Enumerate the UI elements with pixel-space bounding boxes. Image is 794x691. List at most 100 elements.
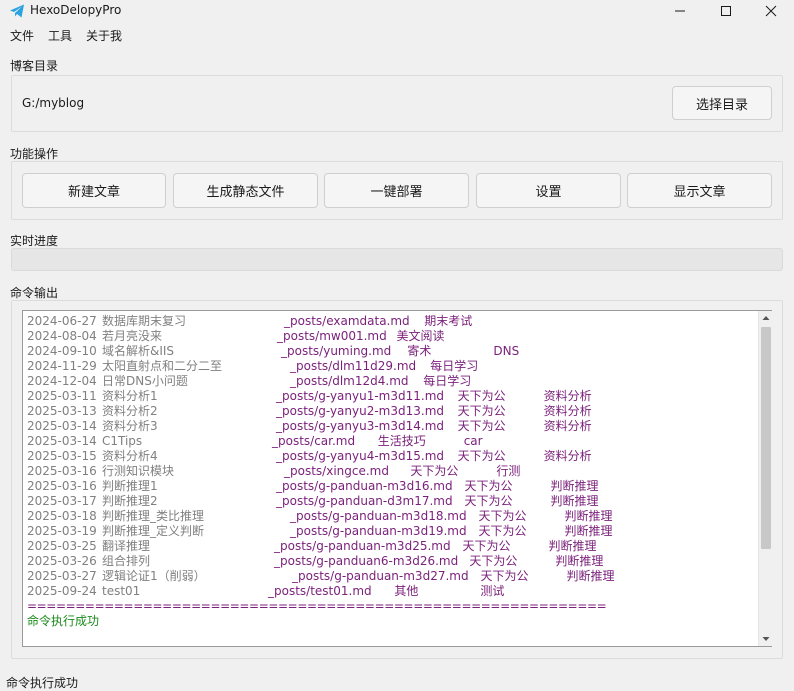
maximize-icon — [721, 6, 731, 16]
actions-label: 功能操作 — [10, 147, 59, 161]
row-path: _posts/g-yanyu3-m3d14.md — [276, 419, 445, 433]
row-title: 域名解析&IIS — [102, 344, 175, 358]
row-category: 天下为公 — [462, 539, 511, 553]
row-category: 天下为公 — [457, 389, 506, 403]
row-date: 2025-03-16 — [27, 464, 97, 478]
scroll-down-button[interactable] — [759, 632, 773, 646]
row-tag: 判断推理 — [564, 524, 613, 538]
show-posts-button[interactable]: 显示文章 — [627, 173, 772, 208]
row-date: 2025-03-17 — [27, 494, 97, 508]
minimize-button[interactable] — [657, 0, 703, 22]
menu-about[interactable]: 关于我 — [86, 27, 122, 44]
minimize-icon — [675, 10, 685, 12]
row-path: _posts/g-panduan6-m3d26.md — [274, 554, 459, 568]
row-path: _posts/mw001.md — [277, 329, 387, 343]
row-title: 若月亮没来 — [102, 329, 163, 343]
row-category: 天下为公 — [478, 524, 527, 538]
blog-dir-path: G:/myblog — [22, 96, 85, 110]
row-title: 资料分析4 — [102, 449, 158, 463]
row-date: 2025-03-27 — [27, 569, 97, 583]
close-button[interactable] — [748, 0, 794, 22]
row-category: 其他 — [394, 584, 419, 598]
row-title: test01 — [102, 584, 141, 598]
row-tag: 测试 — [480, 584, 505, 598]
row-date: 2025-03-15 — [27, 449, 97, 463]
row-category: 天下为公 — [478, 509, 527, 523]
row-path: _posts/g-panduan-m3d18.md — [290, 509, 467, 523]
row-title: 逻辑论证1（削弱） — [102, 569, 206, 583]
row-category: 寄术 — [407, 344, 432, 358]
deploy-button[interactable]: 一键部署 — [324, 173, 469, 208]
scroll-thumb[interactable] — [761, 327, 771, 549]
row-title: 太阳直射点和二分二至 — [102, 359, 223, 373]
row-path: _posts/xingce.md — [284, 464, 389, 478]
row-path: _posts/g-panduan-d3m17.md — [276, 494, 453, 508]
row-category: 天下为公 — [469, 554, 518, 568]
blog-dir-label: 博客目录 — [10, 59, 59, 73]
console-scrollbar[interactable] — [758, 311, 772, 646]
scroll-up-button[interactable] — [759, 311, 773, 325]
progress-bar — [11, 248, 783, 271]
maximize-button[interactable] — [703, 0, 749, 22]
row-path: _posts/g-panduan-m3d27.md — [292, 569, 469, 583]
row-category: 美文阅读 — [396, 329, 445, 343]
row-path: _posts/test01.md — [268, 584, 372, 598]
new-post-button[interactable]: 新建文章 — [22, 173, 166, 208]
progress-label: 实时进度 — [10, 234, 59, 248]
row-title: 判断推理_定义判断 — [102, 524, 205, 538]
row-date: 2024-11-29 — [27, 359, 97, 373]
row-category: 天下为公 — [457, 419, 506, 433]
row-date: 2025-03-14 — [27, 419, 97, 433]
blog-dir-group — [11, 75, 783, 132]
row-tag: 资料分析 — [543, 419, 592, 433]
scroll-up-arrow-icon — [762, 316, 770, 320]
row-date: 2024-08-04 — [27, 329, 97, 343]
row-title: 资料分析2 — [102, 404, 158, 418]
row-tag: 判断推理 — [566, 569, 615, 583]
row-category: 天下为公 — [464, 494, 513, 508]
row-date: 2025-03-11 — [27, 389, 97, 403]
row-date: 2025-03-16 — [27, 479, 97, 493]
close-icon — [765, 5, 777, 17]
row-path: _posts/car.md — [272, 434, 356, 448]
row-title: 翻译推理 — [102, 539, 151, 553]
row-path: _posts/g-panduan-m3d16.md — [276, 479, 453, 493]
row-path: _posts/g-yanyu4-m3d15.md — [276, 449, 445, 463]
console-success-message: 命令执行成功 — [27, 614, 100, 628]
menu-file[interactable]: 文件 — [10, 27, 34, 44]
row-title: 判断推理2 — [102, 494, 158, 508]
row-category: 天下为公 — [464, 479, 513, 493]
row-title: 判断推理_类比推理 — [102, 509, 205, 523]
row-path: _posts/g-yanyu1-m3d11.md — [276, 389, 445, 403]
row-tag: DNS — [493, 344, 520, 358]
row-title: 行测知识模块 — [102, 464, 175, 478]
row-tag: car — [463, 434, 483, 448]
row-title: 资料分析1 — [102, 389, 158, 403]
row-path: _posts/yuming.md — [281, 344, 392, 358]
scroll-down-arrow-icon — [762, 637, 770, 641]
row-title: 数据库期末复习 — [102, 314, 187, 328]
row-category: 期末考试 — [424, 314, 473, 328]
row-date: 2025-03-19 — [27, 524, 97, 538]
command-output-console[interactable]: 2024-06-27 数据库期末复习 _posts/examdata.md 期末考试 2… — [22, 310, 772, 647]
console-lines: 2024-06-27 数据库期末复习 _posts/examdata.md 期末考试 2… — [23, 314, 755, 644]
row-date: 2024-09-10 — [27, 344, 97, 358]
row-path: _posts/examdata.md — [284, 314, 410, 328]
row-category: 每日学习 — [423, 374, 472, 388]
row-path: _posts/g-panduan-m3d25.md — [274, 539, 451, 553]
row-tag: 行测 — [496, 464, 521, 478]
row-date: 2024-06-27 — [27, 314, 97, 328]
row-tag: 判断推理 — [548, 539, 597, 553]
generate-button[interactable]: 生成静态文件 — [173, 173, 318, 208]
row-tag: 判断推理 — [564, 509, 613, 523]
settings-button[interactable]: 设置 — [476, 173, 621, 208]
row-tag: 判断推理 — [555, 554, 604, 568]
row-title: 日常DNS小问题 — [102, 374, 188, 388]
select-dir-button[interactable]: 选择目录 — [672, 86, 772, 120]
row-path: _posts/g-yanyu2-m3d13.md — [276, 404, 445, 418]
row-date: 2025-09-24 — [27, 584, 97, 598]
row-tag: 资料分析 — [543, 389, 592, 403]
menu-tools[interactable]: 工具 — [48, 27, 72, 44]
title-bar: HexoDelopyPro — [0, 0, 794, 22]
row-title: 判断推理1 — [102, 479, 158, 493]
